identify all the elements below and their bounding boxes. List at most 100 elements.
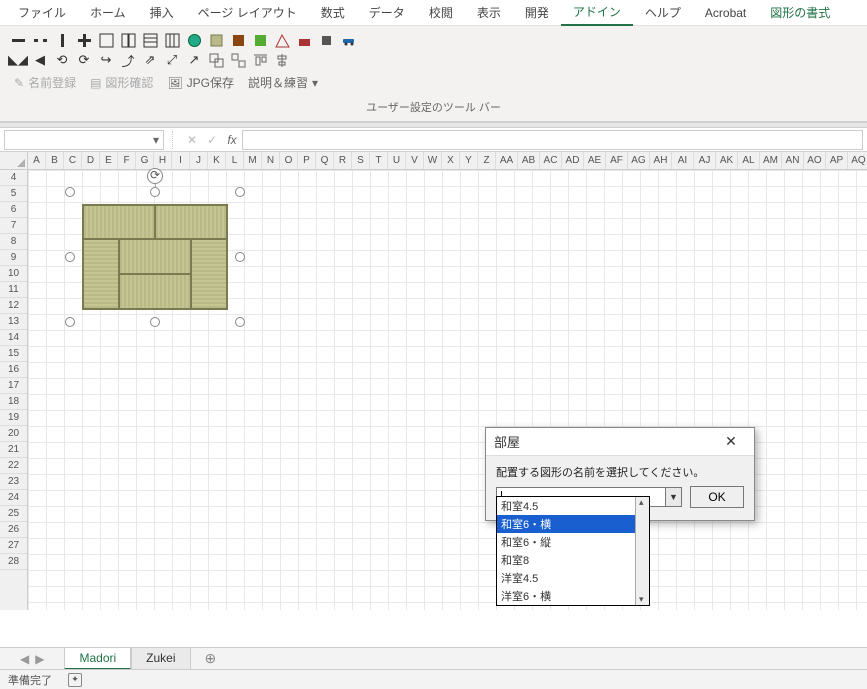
column-header[interactable]: K (208, 152, 226, 169)
desc-practice-button[interactable]: 説明＆練習 ▾ (244, 72, 322, 93)
sheet-tab[interactable]: Zukei (131, 647, 190, 670)
column-header[interactable]: AQ (848, 152, 867, 169)
ungroup-icon[interactable] (230, 52, 246, 68)
flip-v-icon[interactable]: ◀ (32, 52, 48, 68)
column-header[interactable]: AD (562, 152, 584, 169)
column-header[interactable]: I (172, 152, 190, 169)
resize-handle[interactable] (65, 187, 75, 197)
column-header[interactable]: U (388, 152, 406, 169)
tool-icon[interactable] (274, 32, 290, 48)
sheet-tab[interactable]: Madori (64, 647, 131, 670)
row-header[interactable]: 14 (0, 330, 27, 346)
row-header[interactable]: 28 (0, 554, 27, 570)
arrow-icon[interactable]: ↪ (98, 52, 114, 68)
row-header[interactable]: 16 (0, 362, 27, 378)
menu-item[interactable]: ファイル (6, 0, 78, 25)
next-icon[interactable]: ▶ (35, 652, 44, 666)
column-header[interactable]: AP (826, 152, 848, 169)
jpg-save-button[interactable]: 🖼 JPG保存 (163, 72, 238, 93)
tool-icon[interactable] (76, 32, 92, 48)
chevron-down-icon[interactable]: ▼ (665, 488, 681, 506)
column-header[interactable]: AK (716, 152, 738, 169)
column-header[interactable]: T (370, 152, 388, 169)
column-header[interactable]: S (352, 152, 370, 169)
fx-icon[interactable]: fx (222, 133, 242, 147)
row-header[interactable]: 18 (0, 394, 27, 410)
menu-item[interactable]: ヘルプ (633, 0, 693, 25)
tatami-shape[interactable] (82, 204, 228, 310)
menu-item[interactable]: 図形の書式 (758, 0, 842, 25)
row-header[interactable]: 21 (0, 442, 27, 458)
shape-check-button[interactable]: ▤ 図形確認 (86, 72, 157, 93)
column-header[interactable]: B (46, 152, 64, 169)
dropdown-option[interactable]: 洋室6・横 (497, 587, 649, 605)
row-header[interactable]: 4 (0, 170, 27, 186)
row-header[interactable]: 7 (0, 218, 27, 234)
tool-icon[interactable] (10, 32, 26, 48)
name-box[interactable]: ▾ (4, 130, 164, 150)
car-icon[interactable] (340, 32, 356, 48)
resize-handle[interactable] (235, 252, 245, 262)
dropdown-option[interactable]: 和室6・縦 (497, 533, 649, 551)
column-header[interactable]: AO (804, 152, 826, 169)
column-header[interactable]: N (262, 152, 280, 169)
selected-shape[interactable] (70, 192, 240, 322)
chevron-down-icon[interactable]: ▾ (153, 133, 159, 147)
menu-item[interactable]: Acrobat (693, 2, 758, 24)
menu-item[interactable]: データ (357, 0, 417, 25)
dropdown-option[interactable]: 和室6・横 (497, 515, 649, 533)
tool-icon[interactable] (120, 32, 136, 48)
row-header[interactable]: 22 (0, 458, 27, 474)
row-header[interactable]: 12 (0, 298, 27, 314)
resize-handle[interactable] (65, 252, 75, 262)
row-header[interactable]: 25 (0, 506, 27, 522)
combobox-dropdown[interactable]: 和室4.5和室6・横和室6・縦和室8洋室4.5洋室6・横洋室6・縦洋室8 (496, 496, 650, 606)
column-header[interactable]: AF (606, 152, 628, 169)
dropdown-option[interactable]: 和室4.5 (497, 497, 649, 515)
row-header[interactable]: 5 (0, 186, 27, 202)
tool-icon[interactable] (186, 32, 202, 48)
column-header[interactable]: Z (478, 152, 496, 169)
dropdown-option[interactable]: 洋室6・縦 (497, 605, 649, 606)
group-icon[interactable] (208, 52, 224, 68)
dropdown-option[interactable]: 洋室4.5 (497, 569, 649, 587)
column-header[interactable]: AE (584, 152, 606, 169)
tool-icon[interactable]: ⤢ (164, 52, 180, 68)
row-header[interactable]: 11 (0, 282, 27, 298)
menu-item[interactable]: 校閲 (417, 0, 465, 25)
column-header[interactable]: W (424, 152, 442, 169)
row-header[interactable]: 17 (0, 378, 27, 394)
column-header[interactable]: F (118, 152, 136, 169)
row-header[interactable]: 20 (0, 426, 27, 442)
column-header[interactable]: A (28, 152, 46, 169)
column-header[interactable]: H (154, 152, 172, 169)
row-header[interactable]: 13 (0, 314, 27, 330)
menu-item[interactable]: 挿入 (138, 0, 186, 25)
resize-handle[interactable] (150, 317, 160, 327)
spreadsheet-grid[interactable]: ABCDEFGHIJKLMNOPQRSTUVWXYZAAABACADAEAFAG… (0, 152, 867, 610)
row-header[interactable]: 15 (0, 346, 27, 362)
rotate-icon[interactable]: ⟲ (54, 52, 70, 68)
resize-handle[interactable] (235, 187, 245, 197)
column-header[interactable]: M (244, 152, 262, 169)
tool-icon[interactable] (54, 32, 70, 48)
close-icon[interactable]: ✕ (716, 433, 746, 450)
column-header[interactable]: P (298, 152, 316, 169)
menu-item[interactable]: 数式 (309, 0, 357, 25)
row-header[interactable]: 8 (0, 234, 27, 250)
row-header[interactable]: 19 (0, 410, 27, 426)
rotate-icon[interactable]: ⟳ (76, 52, 92, 68)
tool-icon[interactable]: ↗ (186, 52, 202, 68)
column-header[interactable]: AM (760, 152, 782, 169)
menu-item[interactable]: 表示 (465, 0, 513, 25)
resize-handle[interactable] (150, 187, 160, 197)
tool-icon[interactable] (318, 32, 334, 48)
row-header[interactable]: 23 (0, 474, 27, 490)
align-icon[interactable] (252, 52, 268, 68)
row-header[interactable]: 27 (0, 538, 27, 554)
column-header[interactable]: Q (316, 152, 334, 169)
prev-icon[interactable]: ◀ (20, 652, 29, 666)
column-header[interactable]: AB (518, 152, 540, 169)
row-header[interactable]: 10 (0, 266, 27, 282)
row-header[interactable]: 9 (0, 250, 27, 266)
